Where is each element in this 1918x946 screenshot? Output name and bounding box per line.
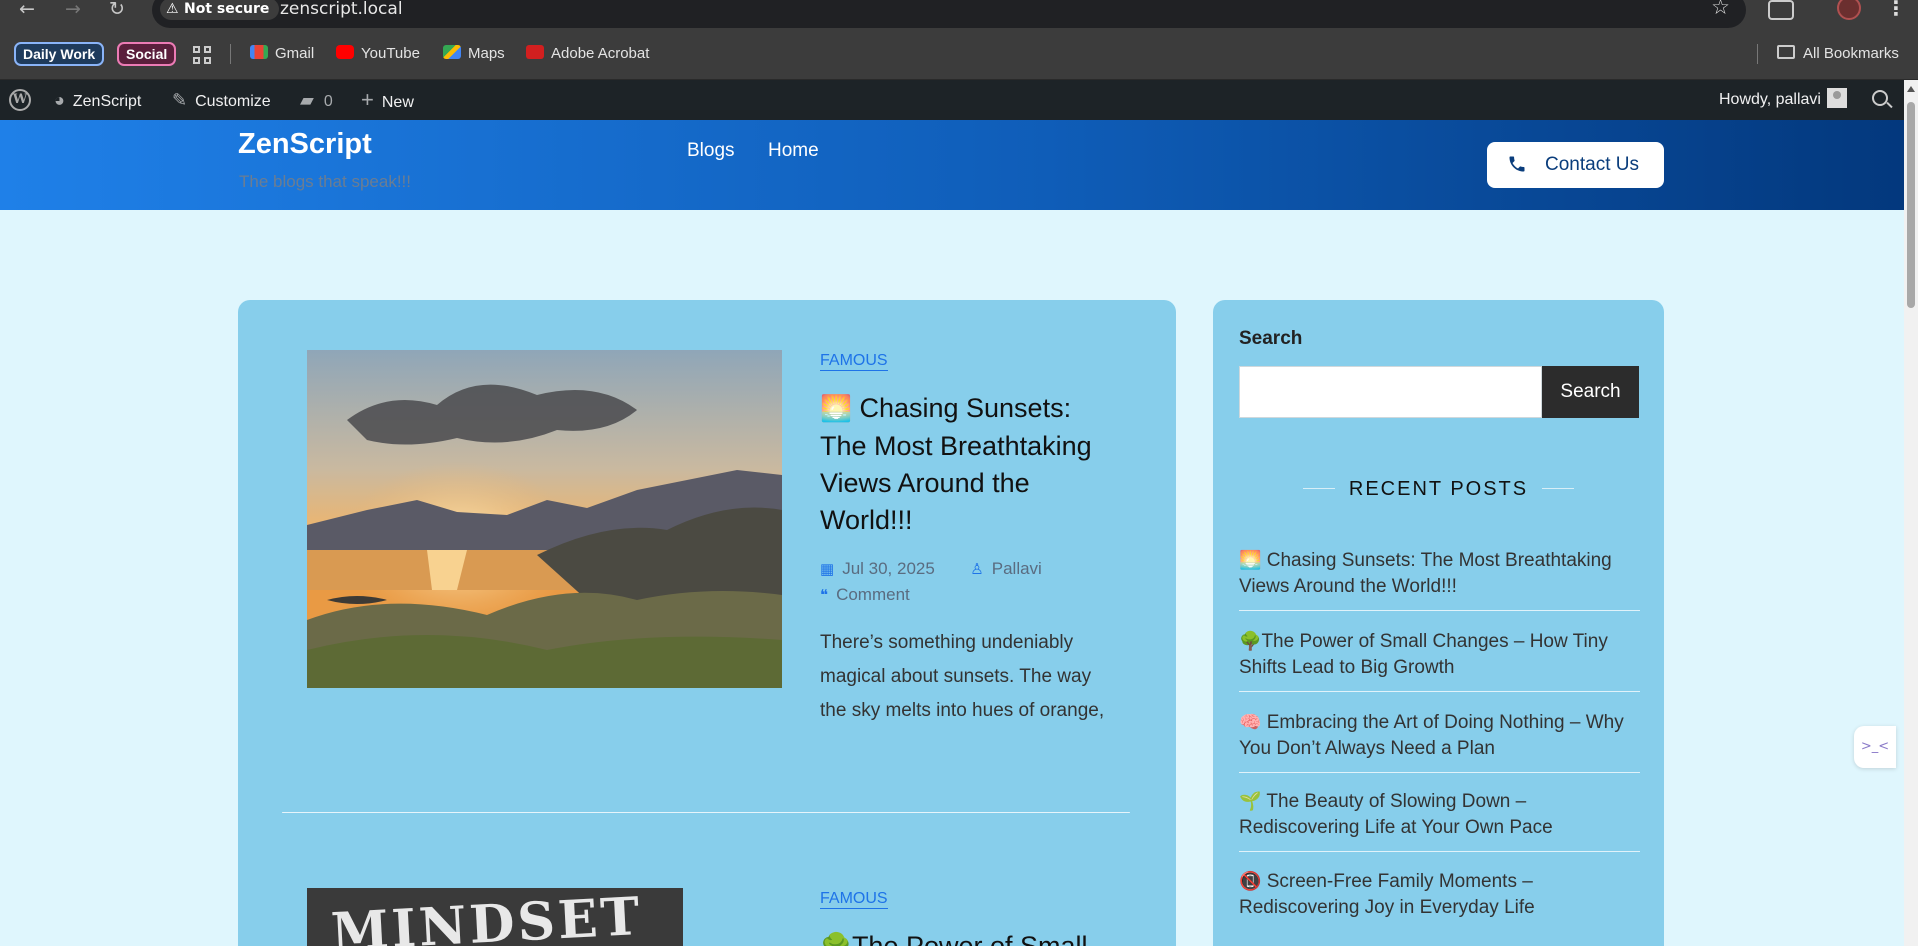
nav-link-home[interactable]: Home bbox=[768, 140, 819, 162]
contact-us-button[interactable]: Contact Us bbox=[1487, 142, 1664, 188]
post-author[interactable]: Pallavi bbox=[992, 559, 1042, 578]
tree-emoji-icon: 🌳 bbox=[1239, 631, 1262, 651]
post-title[interactable]: 🌳The Power of Small bbox=[820, 928, 1120, 946]
tree-emoji-icon: 🌳 bbox=[820, 933, 852, 946]
wordpress-logo-icon[interactable]: W bbox=[9, 89, 31, 111]
apps-grid-icon[interactable] bbox=[193, 46, 211, 64]
page-scrollbar[interactable] bbox=[1904, 80, 1918, 946]
plus-icon: + bbox=[361, 87, 374, 112]
gmail-icon bbox=[250, 45, 268, 59]
folder-icon bbox=[1777, 45, 1795, 59]
post-featured-image-mindset[interactable]: MINDSET bbox=[307, 888, 683, 946]
user-avatar bbox=[1826, 88, 1847, 108]
browser-toolbar: ← → ↻ ⚠ Not secure zenscript.local ☆ ⋮ bbox=[0, 0, 1918, 28]
dashboard-icon: ◕ bbox=[54, 90, 65, 110]
floating-widget[interactable]: >_< bbox=[1854, 726, 1896, 768]
bookmark-group-social[interactable]: Social bbox=[117, 42, 177, 66]
bookmarks-bar: Daily Work Social Gmail YouTube Maps Ado… bbox=[0, 28, 1918, 80]
site-header: ZenScript The blogs that speak!!! Blogs … bbox=[0, 120, 1904, 210]
post-comment-link[interactable]: ❝ Comment bbox=[820, 582, 910, 609]
post-date[interactable]: Jul 30, 2025 bbox=[842, 559, 935, 578]
url-text[interactable]: zenscript.local bbox=[280, 0, 403, 20]
site-title[interactable]: ZenScript bbox=[238, 128, 372, 161]
sunrise-emoji-icon: 🌅 bbox=[1239, 550, 1262, 570]
all-bookmarks[interactable]: All Bookmarks bbox=[1777, 42, 1899, 66]
post-category[interactable]: FAMOUS bbox=[820, 890, 888, 909]
scroll-up-arrow-icon[interactable] bbox=[1907, 86, 1915, 92]
bookmark-gmail[interactable]: Gmail bbox=[250, 42, 314, 66]
mindset-image-text: MINDSET bbox=[329, 888, 644, 946]
recent-post-link[interactable]: 📵 Screen-Free Family Moments – Rediscove… bbox=[1239, 868, 1640, 931]
recent-post-link[interactable]: 🧠 Embracing the Art of Doing Nothing – W… bbox=[1239, 709, 1640, 773]
recent-post-link[interactable]: 🌳The Power of Small Changes – How Tiny S… bbox=[1239, 628, 1640, 692]
posts-card: FAMOUS 🌅 Chasing Sunsets: The Most Breat… bbox=[238, 300, 1176, 946]
extensions-icon[interactable] bbox=[1768, 0, 1794, 20]
search-label: Search bbox=[1239, 328, 1303, 349]
comment-icon: ▰ bbox=[300, 90, 314, 110]
post-title[interactable]: 🌅 Chasing Sunsets: The Most Breathtaking… bbox=[820, 390, 1120, 539]
admin-comments-link[interactable]: ▰ 0 bbox=[300, 80, 333, 120]
user-icon: ♙ bbox=[970, 561, 984, 578]
search-input[interactable] bbox=[1239, 366, 1542, 418]
bookmark-adobe-acrobat[interactable]: Adobe Acrobat bbox=[526, 42, 649, 66]
acrobat-icon bbox=[526, 45, 544, 59]
admin-search-icon[interactable] bbox=[1872, 90, 1888, 106]
calendar-icon: ▦ bbox=[820, 561, 835, 578]
maps-icon bbox=[443, 45, 461, 59]
post-excerpt: There’s something undeniably magical abo… bbox=[820, 632, 1105, 721]
admin-customize-link[interactable]: ✎ Customize bbox=[172, 80, 271, 120]
recent-post-link[interactable]: 🌱 The Beauty of Slowing Down – Rediscove… bbox=[1239, 788, 1640, 852]
warning-icon: ⚠ bbox=[166, 1, 179, 17]
back-icon[interactable]: ← bbox=[14, 0, 40, 20]
site-tagline: The blogs that speak!!! bbox=[239, 172, 411, 191]
comments-icon: ❝ bbox=[820, 587, 829, 604]
address-bar[interactable]: ⚠ Not secure zenscript.local ☆ bbox=[152, 0, 1746, 28]
profile-avatar[interactable] bbox=[1837, 0, 1861, 20]
bookmark-youtube[interactable]: YouTube bbox=[336, 42, 420, 66]
security-chip[interactable]: ⚠ Not secure bbox=[160, 0, 280, 20]
admin-new-link[interactable]: + New bbox=[361, 80, 414, 120]
post-meta-row: ▦ Jul 30, 2025 ♙ Pallavi bbox=[820, 556, 1042, 583]
post-featured-image-sunset[interactable] bbox=[307, 350, 782, 688]
post-category[interactable]: FAMOUS bbox=[820, 352, 888, 371]
admin-site-link[interactable]: ◕ ZenScript bbox=[54, 80, 141, 120]
bookmarks-divider bbox=[230, 44, 231, 64]
brain-emoji-icon: 🧠 bbox=[1239, 712, 1262, 732]
phone-icon bbox=[1509, 156, 1525, 172]
youtube-icon bbox=[336, 45, 354, 59]
bookmark-group-daily-work[interactable]: Daily Work bbox=[14, 42, 105, 66]
nav-link-blogs[interactable]: Blogs bbox=[687, 140, 735, 162]
sunrise-emoji-icon: 🌅 bbox=[820, 395, 852, 423]
bookmark-maps[interactable]: Maps bbox=[443, 42, 505, 66]
no-phones-emoji-icon: 📵 bbox=[1239, 871, 1262, 891]
brush-icon: ✎ bbox=[172, 90, 188, 110]
bookmarks-divider bbox=[1757, 44, 1758, 64]
scroll-thumb[interactable] bbox=[1907, 102, 1915, 308]
sunset-landscape-image bbox=[307, 350, 782, 688]
recent-posts-heading: RECENT POSTS bbox=[1213, 478, 1664, 501]
forward-icon[interactable]: → bbox=[60, 0, 86, 20]
post-divider bbox=[282, 812, 1130, 813]
bookmark-star-icon[interactable]: ☆ bbox=[1711, 0, 1730, 19]
recent-post-link[interactable]: 🌅 Chasing Sunsets: The Most Breathtaking… bbox=[1239, 547, 1640, 611]
reload-icon[interactable]: ↻ bbox=[104, 0, 130, 20]
seedling-emoji-icon: 🌱 bbox=[1239, 791, 1262, 811]
admin-account-menu[interactable]: Howdy, pallavi bbox=[1719, 80, 1847, 120]
search-button[interactable]: Search bbox=[1542, 366, 1639, 418]
wp-admin-bar: W ◕ ZenScript ✎ Customize ▰ 0 + New Howdy, p… bbox=[0, 80, 1904, 120]
menu-kebab-icon[interactable]: ⋮ bbox=[1886, 0, 1906, 20]
sidebar: Search Search RECENT POSTS 🌅 Chasing Sun… bbox=[1213, 300, 1664, 946]
